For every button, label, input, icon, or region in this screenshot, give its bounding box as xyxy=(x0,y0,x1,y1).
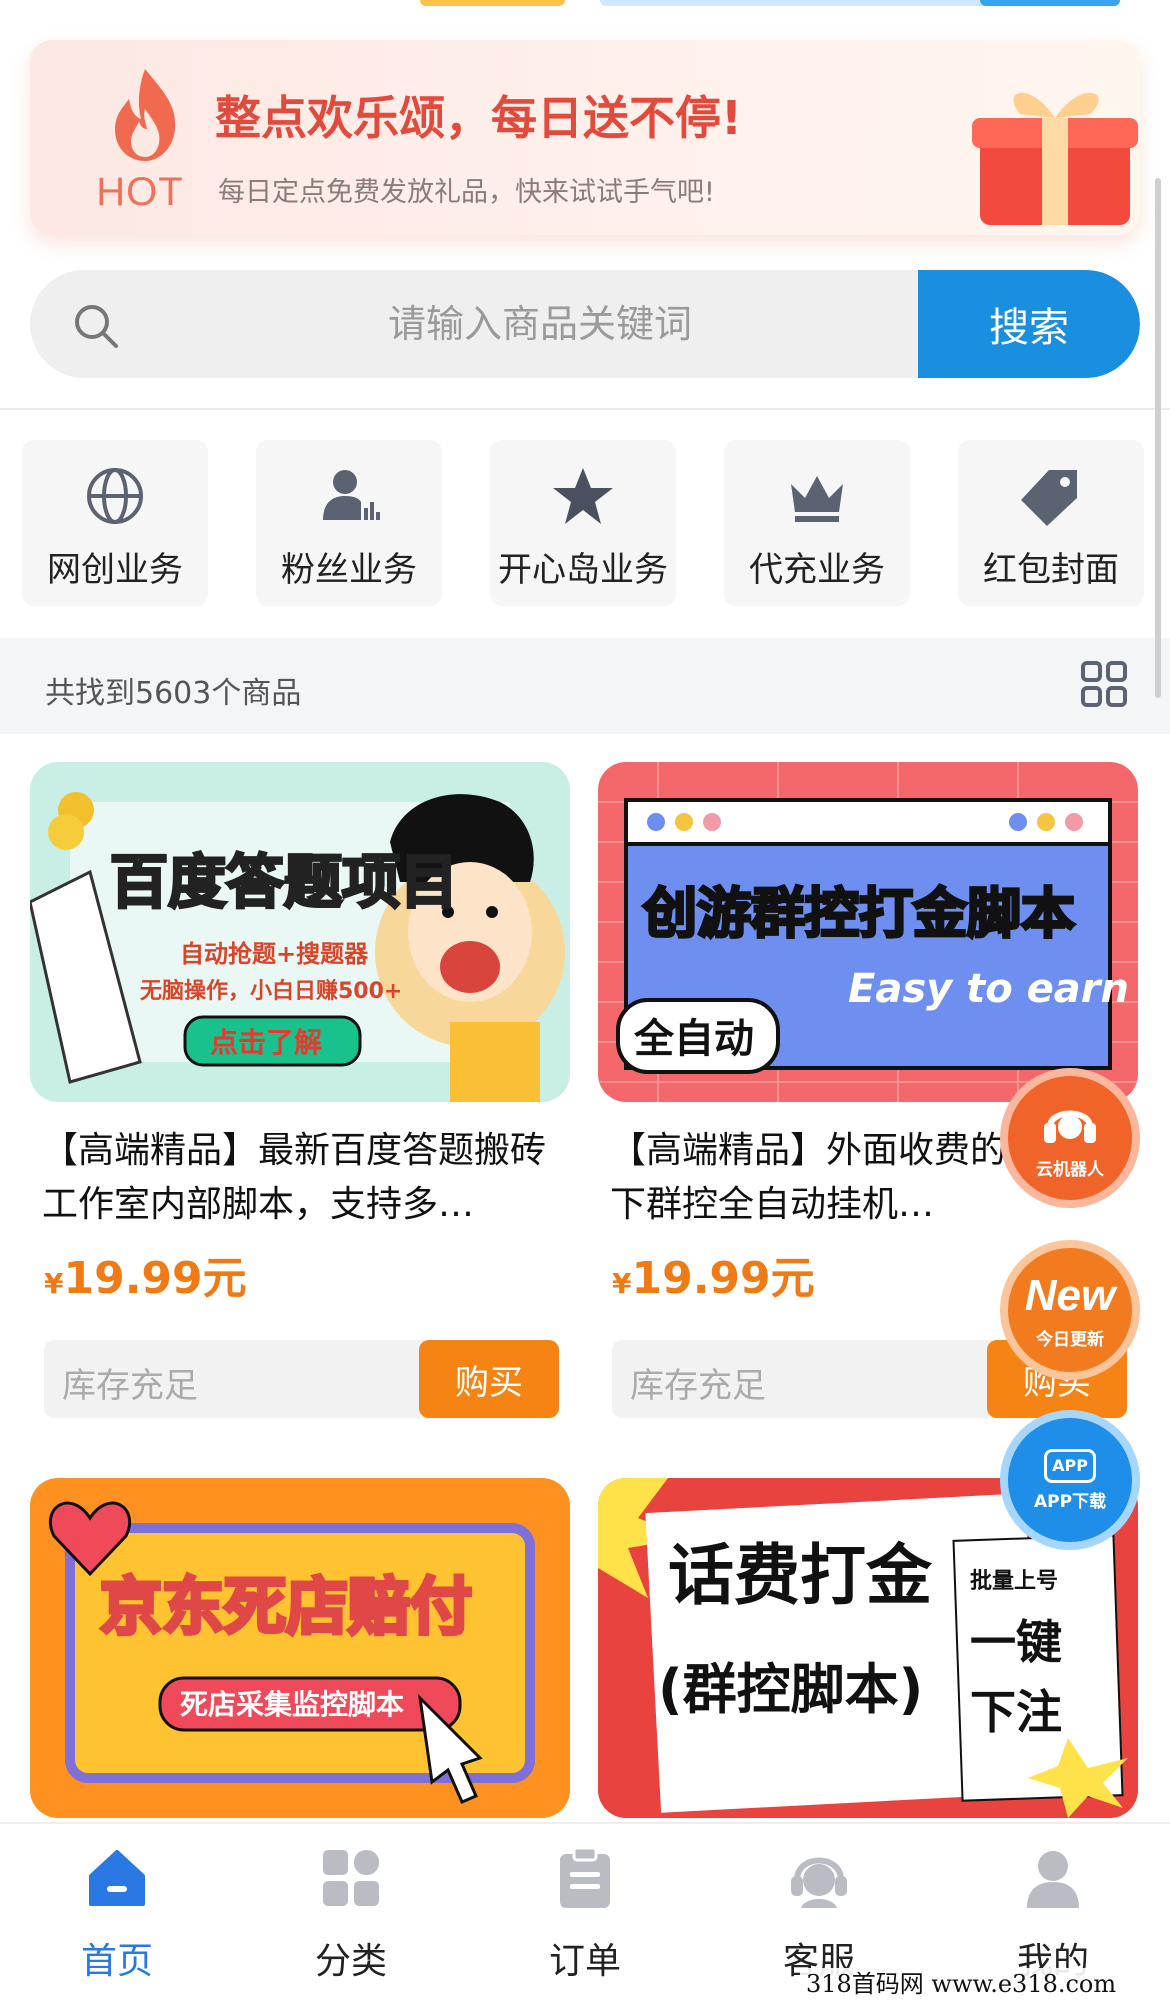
search-button[interactable]: 搜索 xyxy=(918,270,1140,378)
headset-icon xyxy=(1044,1110,1096,1143)
product-image-badge: 全自动 xyxy=(633,1016,754,1062)
product-image-title: 创游群控打金脚本 xyxy=(643,882,1075,945)
product-image-line1: Easy to earn xyxy=(848,966,1129,1012)
category-label: 红包封面 xyxy=(983,550,1119,590)
category-label: 粉丝业务 xyxy=(281,550,417,590)
buy-button[interactable]: 购买 xyxy=(419,1340,559,1418)
nav-orders[interactable]: 订单 xyxy=(468,1824,702,2001)
product-image-cta: 点击了解 xyxy=(210,1026,322,1059)
nav-home[interactable]: 首页 xyxy=(0,1824,234,2001)
category-row: 网创业务 粉丝业务 开心岛业务 代充业务 红包封面 xyxy=(0,440,1170,610)
category-item-daichong[interactable]: 代充业务 xyxy=(724,440,910,606)
watermark: 318首码网 www.e318.com xyxy=(800,1968,1170,2001)
product-image-line1: 自动抢题+搜题器 xyxy=(180,940,369,968)
order-icon xyxy=(560,1848,610,1908)
banner-subtitle: 每日定点免费发放礼品，快来试试手气吧! xyxy=(218,177,715,208)
nav-category[interactable]: 分类 xyxy=(234,1824,468,2001)
stock-status: 库存充足 xyxy=(62,1366,198,1406)
product-image-title: 京东死店赔付 xyxy=(100,1570,472,1643)
previous-content-edge xyxy=(0,0,1170,12)
product-image-line1: (群控脚本) xyxy=(658,1658,923,1721)
support-icon xyxy=(791,1857,847,1908)
product-image[interactable]: 京东死店赔付 死店采集监控脚本 xyxy=(30,1478,570,1818)
app-badge: APP xyxy=(1044,1448,1096,1483)
crown-icon xyxy=(791,476,843,522)
today-update-button[interactable]: New 今日更新 xyxy=(1000,1240,1140,1380)
banner-title: 整点欢乐颂，每日送不停! xyxy=(215,91,742,145)
gift-box-icon xyxy=(950,70,1140,230)
scrollbar[interactable] xyxy=(1155,178,1161,698)
product-image-title: 话费打金 xyxy=(668,1537,933,1614)
stock-row: 库存充足 购买 xyxy=(44,1340,559,1418)
home-icon xyxy=(89,1850,145,1906)
result-count: 共找到5603个商品 xyxy=(45,676,302,711)
search-icon xyxy=(75,305,118,348)
category-label: 开心岛业务 xyxy=(498,550,668,590)
hot-promo-banner[interactable]: HOT 整点欢乐颂，每日送不停! 每日定点免费发放礼品，快来试试手气吧! xyxy=(30,40,1140,235)
globe-icon xyxy=(87,468,143,524)
product-image-line2: 无脑操作，小白日赚500+ xyxy=(140,978,402,1004)
category-item-kaixindao[interactable]: 开心岛业务 xyxy=(490,440,676,606)
hot-word: HOT xyxy=(96,170,184,214)
user-chart-icon xyxy=(323,470,380,520)
star-icon xyxy=(553,468,613,524)
product-image-line1: 死店采集监控脚本 xyxy=(180,1688,404,1721)
product-image-side3: 下注 xyxy=(970,1685,1062,1739)
product-price: ¥19.99元 xyxy=(612,1253,815,1304)
cloud-robot-button[interactable]: 云机器人 xyxy=(1000,1068,1140,1208)
nav-label: 订单 xyxy=(548,1941,621,1982)
product-image-side1: 批量上号 xyxy=(970,1569,1058,1594)
new-badge-text: New xyxy=(1024,1270,1116,1320)
product-image[interactable]: 创游群控打金脚本 Easy to earn 全自动 xyxy=(598,762,1138,1102)
app-download-button[interactable]: APP APP下载 xyxy=(1000,1410,1140,1550)
hot-logo: HOT xyxy=(75,65,205,215)
divider xyxy=(0,408,1170,410)
nav-label: 分类 xyxy=(314,1941,387,1982)
category-item-fensi[interactable]: 粉丝业务 xyxy=(256,440,442,606)
category-label: 网创业务 xyxy=(47,550,183,590)
cloud-robot-label: 云机器人 xyxy=(1036,1159,1104,1180)
today-update-label: 今日更新 xyxy=(1036,1329,1104,1350)
search-input[interactable] xyxy=(140,270,940,378)
stock-status: 库存充足 xyxy=(630,1366,766,1406)
flame-icon xyxy=(115,69,176,161)
product-title[interactable]: 【高端精品】最新百度答题搬砖工作室内部脚本，支持多… xyxy=(42,1124,562,1232)
product-price: ¥19.99元 xyxy=(44,1253,247,1304)
category-label: 代充业务 xyxy=(749,550,885,590)
category-icon xyxy=(323,1850,379,1906)
grid-view-icon[interactable] xyxy=(1080,660,1128,708)
app-download-label: APP下载 xyxy=(1033,1491,1107,1512)
search-bar: 搜索 xyxy=(30,270,1140,378)
product-image-side2: 一键 xyxy=(970,1615,1062,1669)
product-image[interactable]: 百度答题项目 自动抢题+搜题器 无脑操作，小白日赚500+ 点击了解 xyxy=(30,762,570,1102)
category-item-wangchuang[interactable]: 网创业务 xyxy=(22,440,208,606)
user-icon xyxy=(1027,1851,1079,1908)
category-item-hongbao[interactable]: 红包封面 xyxy=(958,440,1144,606)
product-image-title: 百度答题项目 xyxy=(110,848,458,916)
result-count-bar: 共找到5603个商品 xyxy=(0,638,1170,734)
nav-label: 首页 xyxy=(80,1941,153,1982)
tag-icon xyxy=(1021,470,1077,526)
